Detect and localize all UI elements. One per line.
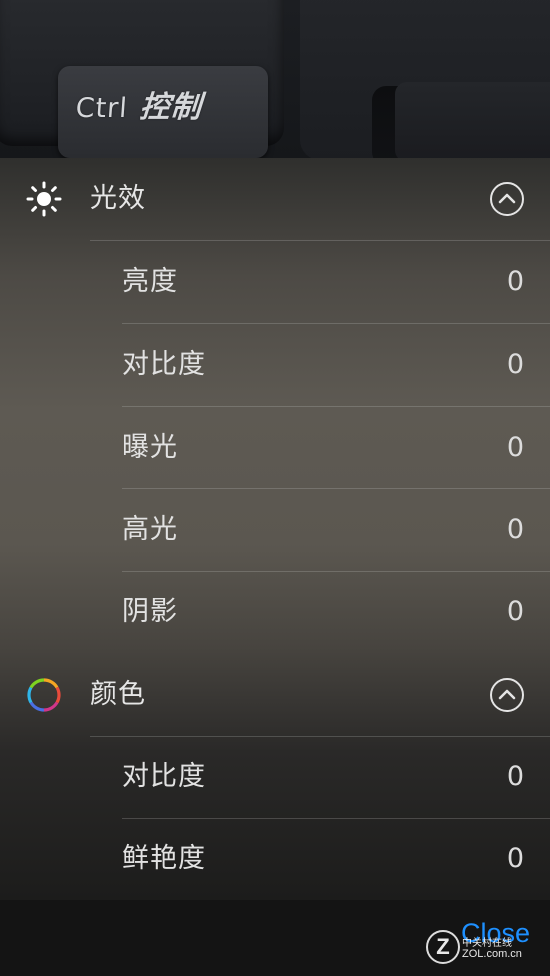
- item-label: 高光: [122, 514, 178, 545]
- background-photo: Ctrl 控制: [0, 0, 550, 158]
- item-value: 0: [506, 266, 524, 297]
- item-label: 鲜艳度: [122, 843, 206, 874]
- section-title: 光效: [90, 183, 146, 214]
- adjustment-panel: 光效 亮度 0 对比度 0 曝光 0 高光 0 阴影 0 颜色 对比度 0 鲜艳…: [0, 158, 550, 900]
- section-header-light[interactable]: 光效: [0, 158, 550, 240]
- ctrl-key-label: Ctrl 控制: [74, 82, 203, 126]
- list-item-color-contrast[interactable]: 对比度 0: [0, 736, 550, 818]
- item-value: 0: [506, 596, 524, 627]
- item-label: 阴影: [122, 596, 178, 627]
- watermark-name: 中关村在线: [462, 938, 512, 949]
- item-label: 曝光: [122, 432, 178, 463]
- item-value: 0: [506, 761, 524, 792]
- list-item-highlights[interactable]: 高光 0: [0, 489, 550, 571]
- keyboard-key-right-cap: [395, 82, 550, 158]
- bottom-toolbar: Close Z 中关村在线 ZOL.com.cn: [0, 900, 550, 976]
- watermark-url: ZOL.com.cn: [462, 948, 522, 960]
- collapse-chevron-up-icon[interactable]: [490, 182, 524, 216]
- ctrl-key-label-latin: Ctrl: [74, 93, 129, 124]
- list-item-brightness[interactable]: 亮度 0: [0, 241, 550, 323]
- item-value: 0: [506, 514, 524, 545]
- item-label: 对比度: [122, 349, 206, 380]
- item-label: 亮度: [122, 266, 178, 297]
- list-item-contrast[interactable]: 对比度 0: [0, 324, 550, 406]
- item-label: 对比度: [122, 761, 206, 792]
- section-header-color[interactable]: 颜色: [0, 654, 550, 736]
- watermark-logo: Z 中关村在线 ZOL.com.cn: [426, 930, 546, 970]
- item-value: 0: [506, 432, 524, 463]
- ctrl-key-label-cn: 控制: [138, 90, 204, 125]
- sun-icon: [26, 181, 62, 217]
- section-title: 颜色: [90, 679, 146, 710]
- collapse-chevron-up-icon[interactable]: [490, 678, 524, 712]
- watermark-z-icon: Z: [426, 930, 460, 964]
- color-wheel-icon: [26, 677, 62, 713]
- list-item-vibrance[interactable]: 鲜艳度 0: [0, 818, 550, 900]
- list-item-exposure[interactable]: 曝光 0: [0, 407, 550, 489]
- item-value: 0: [506, 349, 524, 380]
- list-item-shadows[interactable]: 阴影 0: [0, 571, 550, 653]
- item-value: 0: [506, 843, 524, 874]
